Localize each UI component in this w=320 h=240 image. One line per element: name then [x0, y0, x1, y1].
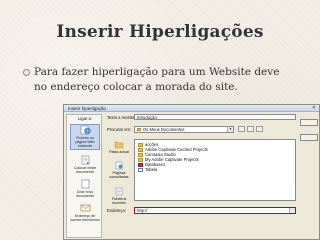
look-in-value: Os Meus Documentos: [143, 127, 185, 132]
folder-icon: [138, 152, 143, 157]
side-button-1[interactable]: [300, 119, 318, 126]
browsed-pages-label: Páginas consultadas: [109, 171, 129, 180]
database-icon: [138, 162, 143, 167]
bullet-text: Para fazer hiperligação para um Website …: [34, 65, 304, 95]
link-create-new-label: Criar novo documento: [76, 190, 94, 199]
new-document-icon: [81, 179, 90, 189]
address-label: Endereço:: [107, 208, 127, 213]
recent-files-button[interactable]: Ficheiros recentes: [107, 187, 131, 205]
browsed-pages-icon: [115, 161, 123, 170]
folder-icon: [137, 128, 141, 131]
address-value: http://: [137, 208, 148, 213]
document-icon: [81, 155, 89, 165]
folder-icon: [114, 141, 124, 149]
insert-hyperlink-dialog: Inserir hiperligação ✕ Ligar a: Ficheiro…: [63, 104, 320, 240]
globe-page-icon: [80, 125, 91, 135]
dialog-titlebar: Inserir hiperligação ✕: [64, 105, 319, 112]
search-web-icon[interactable]: [247, 126, 254, 132]
link-existing-file-or-web-page-button[interactable]: Ficheiro ou página Web existente: [70, 124, 100, 150]
file-item-tabela[interactable]: Tabela: [138, 167, 157, 172]
folder-icon: [138, 147, 143, 152]
current-folder-label: Pasta actual: [109, 150, 129, 154]
recent-files-label: Ficheiros recentes: [111, 197, 127, 206]
link-place-in-document-button[interactable]: Colocar neste documento: [70, 155, 100, 174]
document-icon: [138, 167, 143, 172]
address-input[interactable]: http://: [134, 207, 296, 214]
link-to-panel: Ligar a: Ficheiro ou página Web existent…: [66, 114, 102, 238]
bullet-circle-icon: [23, 69, 30, 76]
folder-icon: [138, 142, 143, 147]
up-folder-icon[interactable]: [238, 126, 245, 132]
browse-file-icon[interactable]: [256, 126, 263, 132]
close-icon[interactable]: ✕: [312, 105, 316, 111]
text-to-display-input[interactable]: Introdução: [134, 114, 296, 120]
chevron-down-icon: [289, 208, 295, 213]
link-email-address-button[interactable]: Endereço de correio electrónico: [70, 203, 100, 222]
look-in-label: Procurar em:: [107, 127, 132, 132]
link-to-label: Ligar a:: [78, 116, 92, 121]
bullet-line-1: Para fazer hiperligação para um Website …: [34, 66, 280, 78]
look-in-select[interactable]: Os Meus Documentos ▾: [134, 126, 234, 133]
folder-icon: [138, 157, 143, 162]
email-icon: [80, 204, 90, 212]
file-list: acções Adobe Captivate Cached Projects C…: [134, 139, 296, 201]
link-existing-label: Ficheiro ou página Web existente: [75, 136, 95, 149]
link-place-label: Colocar neste documento: [73, 166, 97, 175]
dialog-title: Inserir hiperligação: [68, 106, 107, 111]
current-folder-button[interactable]: Pasta actual: [107, 140, 131, 154]
bullet-line-2: no endereço colocar a morada do site.: [34, 81, 238, 93]
browsed-pages-button[interactable]: Páginas consultadas: [107, 161, 131, 179]
slide-title: Inserir Hiperligações: [56, 22, 264, 42]
side-button-2[interactable]: [300, 134, 318, 141]
text-to-display-label: Texto a mostrar:: [107, 115, 138, 120]
chevron-down-icon: ▾: [227, 127, 233, 132]
link-create-new-document-button[interactable]: Criar novo documento: [70, 179, 100, 198]
recent-files-icon: [115, 187, 123, 196]
link-email-label: Endereço de correio electrónico: [70, 214, 100, 223]
